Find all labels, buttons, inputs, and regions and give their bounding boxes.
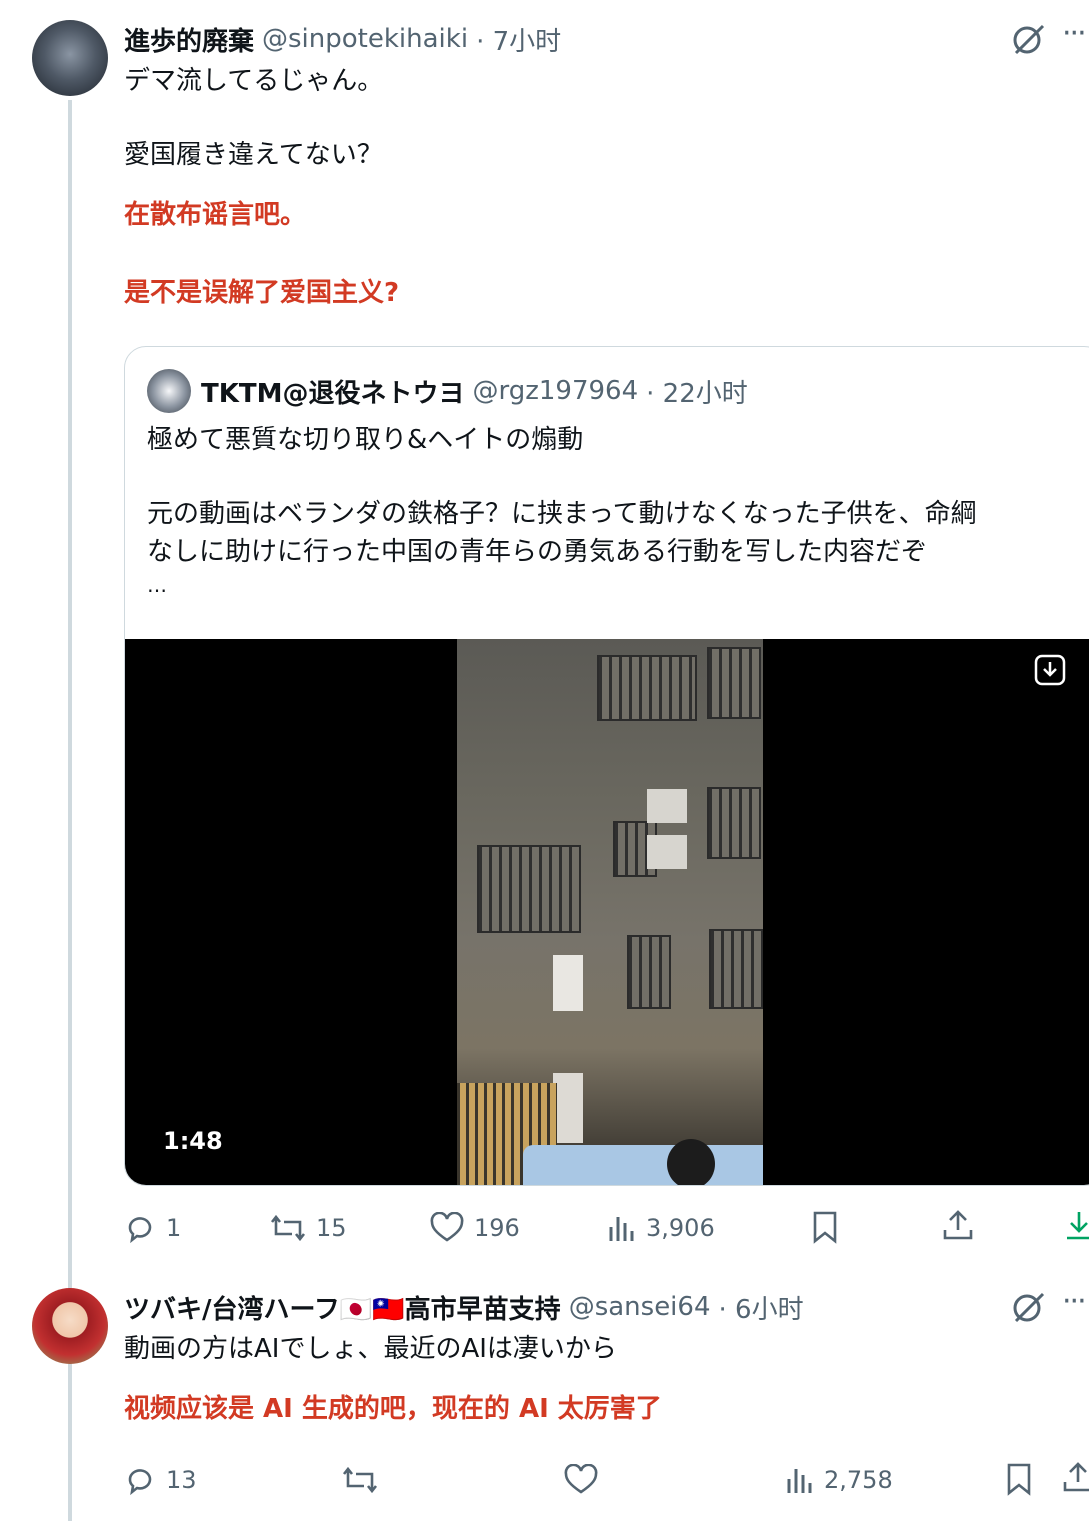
avatar[interactable] bbox=[32, 1288, 108, 1364]
video-duration: 1:48 bbox=[163, 1127, 223, 1155]
tweet-header: 進歩的廃棄 @sinpotekihaiki · 7小时 bbox=[124, 20, 561, 58]
reply-button[interactable]: 1 bbox=[124, 1212, 181, 1244]
retweet-button[interactable]: 15 bbox=[270, 1212, 347, 1244]
reply-icon bbox=[128, 1469, 152, 1496]
tweet-actions: 1 15 196 3,906 bbox=[124, 1206, 1089, 1250]
views-icon bbox=[787, 1469, 812, 1493]
views-count: 2,758 bbox=[824, 1466, 893, 1494]
retweet-icon bbox=[270, 1214, 306, 1242]
retweet-count: 15 bbox=[316, 1214, 347, 1242]
translation-line: 在散布谣言吧。 bbox=[124, 200, 307, 230]
like-button[interactable]: 196 bbox=[430, 1212, 520, 1244]
quoted-text-line: 極めて悪質な切り取り&ヘイトの煽動 bbox=[147, 425, 584, 455]
reply-icon bbox=[128, 1217, 152, 1244]
display-name[interactable]: ツバキ/台湾ハーフ🇯🇵🇹🇼高市早苗支持 bbox=[124, 1289, 561, 1326]
views-icon bbox=[609, 1217, 634, 1241]
share-icon[interactable] bbox=[1062, 1460, 1089, 1500]
quoted-text-line: なしに助けに行った中国の青年らの勇気ある行動を写した内容だぞ bbox=[147, 537, 928, 567]
tweet-header: ツバキ/台湾ハーフ🇯🇵🇹🇼高市早苗支持 @sansei64 · 6小时 bbox=[124, 1288, 804, 1326]
more-icon[interactable]: ··· bbox=[1062, 1284, 1087, 1319]
user-handle[interactable]: @sansei64 bbox=[569, 1292, 711, 1322]
views-button[interactable]: 3,906 bbox=[608, 1213, 715, 1243]
like-icon bbox=[564, 1464, 598, 1494]
views-button[interactable]: 2,758 bbox=[786, 1465, 893, 1495]
quoted-header: TKTM@退役ネトウヨ @rgz197964 · 22小时 bbox=[201, 373, 748, 409]
tweet-text-line: 動画の方はAIでしょ、最近のAIは凄いから bbox=[124, 1334, 617, 1364]
video-frame bbox=[457, 639, 763, 1185]
grok-icon[interactable] bbox=[1010, 1288, 1048, 1334]
bookmark-icon[interactable] bbox=[812, 1210, 838, 1250]
quoted-time: · 22小时 bbox=[646, 378, 748, 409]
reply-count: 13 bbox=[166, 1466, 197, 1494]
tweet-text-line: デマ流してるじゃん。 bbox=[124, 66, 384, 96]
quoted-ellipsis: … bbox=[147, 573, 167, 597]
quoted-handle: @rgz197964 bbox=[472, 376, 639, 406]
reply-button[interactable]: 13 bbox=[124, 1464, 197, 1496]
reply-count: 1 bbox=[166, 1214, 182, 1242]
retweet-icon bbox=[342, 1466, 378, 1494]
tweet-text-line: 愛国履き違えてない？ bbox=[124, 140, 383, 170]
tweet-actions: 13 2,758 bbox=[124, 1458, 1089, 1502]
quoted-tweet[interactable]: TKTM@退役ネトウヨ @rgz197964 · 22小时 極めて悪質な切り取り… bbox=[124, 346, 1089, 1186]
quoted-name: TKTM@退役ネトウヨ bbox=[201, 378, 465, 409]
translation-line: 是不是误解了爱国主义? bbox=[124, 278, 400, 308]
bookmark-icon[interactable] bbox=[1006, 1462, 1032, 1502]
video-player[interactable]: 1:48 bbox=[125, 639, 1089, 1185]
download-icon[interactable] bbox=[1064, 1208, 1089, 1248]
share-icon[interactable] bbox=[942, 1208, 974, 1248]
timestamp[interactable]: · 6小时 bbox=[719, 1289, 804, 1326]
user-handle[interactable]: @sinpotekihaiki bbox=[262, 24, 468, 54]
more-icon[interactable]: ··· bbox=[1062, 16, 1087, 51]
download-icon[interactable] bbox=[1033, 653, 1067, 691]
display-name[interactable]: 進歩的廃棄 bbox=[124, 21, 254, 58]
timestamp[interactable]: · 7小时 bbox=[476, 21, 561, 58]
like-button[interactable] bbox=[564, 1464, 598, 1496]
translation-line: 视频应该是 AI 生成的吧，现在的 AI 太厉害了 bbox=[124, 1394, 662, 1424]
avatar[interactable] bbox=[32, 20, 108, 96]
retweet-button[interactable] bbox=[342, 1464, 378, 1496]
quoted-text-line: 元の動画はベランダの鉄格子？に挟まって動けなくなった子供を、命綱 bbox=[147, 499, 977, 529]
grok-icon[interactable] bbox=[1010, 20, 1048, 66]
like-count: 196 bbox=[474, 1214, 520, 1242]
like-icon bbox=[430, 1212, 464, 1242]
views-count: 3,906 bbox=[646, 1214, 715, 1242]
quoted-avatar bbox=[147, 369, 191, 413]
